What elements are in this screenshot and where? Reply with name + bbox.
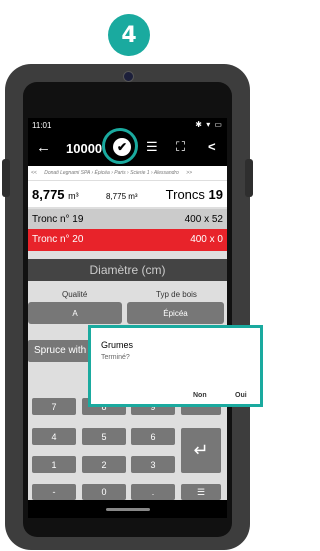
key-0[interactable]: 0 [82,484,126,500]
breadcrumb-prev[interactable]: << [28,170,37,176]
system-navbar [28,500,227,518]
trunk-dimensions: 400 x 0 [190,234,223,245]
status-time: 11:01 [32,121,52,130]
key-7[interactable]: 7 [32,398,76,415]
fullscreen-icon[interactable]: ⛶ [176,139,185,155]
quality-label: Qualité [62,290,88,299]
summary-bar: 8,775 m³ 8,775 m³ Troncs 19 [28,181,227,207]
key-5[interactable]: 5 [82,428,126,445]
status-icons: ✱ ▾ ▭ [195,120,223,129]
wood-type-label: Typ de bois [156,290,197,299]
home-indicator[interactable] [106,508,150,511]
key-2[interactable]: 2 [82,456,126,473]
trunk-label: Tronc n° 19 [32,214,84,225]
total-volume: 8,775 m³ [32,187,79,202]
volume-small: 8,775 m³ [106,192,138,201]
breadcrumb-next[interactable]: >> [186,170,192,176]
confirm-dialog: Grumes Terminé? Non Oui [88,325,263,407]
key-3[interactable]: 3 [131,456,175,473]
no-button[interactable]: Non [193,392,207,399]
lot-number: 10000 [66,141,103,156]
enter-key[interactable]: ↵ [181,428,221,473]
list-icon[interactable]: ☰ [146,139,158,155]
list-item[interactable]: Tronc n° 19 400 x 52 [28,209,227,229]
list-key-icon[interactable]: ☰ [181,484,221,500]
side-button [2,159,10,197]
key-1[interactable]: 1 [32,456,76,473]
side-button [245,159,253,197]
share-icon[interactable]: < [208,139,216,154]
key-6[interactable]: 6 [131,428,175,445]
key-minus[interactable]: - [32,484,76,500]
trunk-dimensions: 400 x 52 [184,214,223,225]
front-camera [123,71,134,82]
key-decimal[interactable]: . [131,484,175,500]
check-highlight-ring [102,128,138,164]
quality-button[interactable]: A [28,302,122,324]
back-arrow-icon[interactable]: ← [36,139,51,156]
step-number-badge: 4 [108,14,150,56]
dialog-message: Terminé? [101,354,130,361]
breadcrumb: << Donati Legnami SPA › Épicéa › Paris ›… [28,166,227,180]
trunk-label: Tronc n° 20 [32,234,84,245]
key-4[interactable]: 4 [32,428,76,445]
list-item-selected[interactable]: Tronc n° 20 400 x 0 [28,229,227,251]
troncs-count: Troncs 19 [165,187,223,202]
wood-type-button[interactable]: Épicéa [127,302,224,324]
breadcrumb-path: Donati Legnami SPA › Épicéa › Paris › Sc… [44,170,179,176]
diameter-header: Diamètre (cm) [28,259,227,281]
yes-button[interactable]: Oui [235,392,247,399]
species-field[interactable]: Spruce with [28,340,93,362]
dialog-title: Grumes [101,340,134,350]
